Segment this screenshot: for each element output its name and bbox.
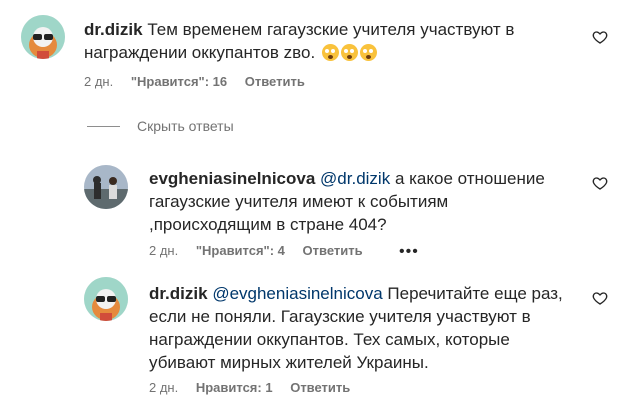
- astonished-face-icon: [321, 44, 339, 61]
- reply-button[interactable]: Ответить: [290, 380, 350, 395]
- reply-time[interactable]: 2 дн.: [149, 380, 178, 395]
- reply-username[interactable]: dr.dizik: [149, 284, 208, 303]
- reply-meta: 2 дн. Нравится: 1 Ответить: [149, 380, 364, 395]
- reply-text: dr.dizik @evgheniasinelnicova Перечитайт…: [149, 282, 579, 374]
- astonished-face-icon: [340, 44, 358, 61]
- reply-meta: 2 дн. "Нравится": 4 Ответить: [149, 243, 377, 258]
- avatar[interactable]: [84, 277, 128, 321]
- reply-likes[interactable]: Нравится: 1: [196, 380, 273, 395]
- reply-button[interactable]: Ответить: [245, 74, 305, 89]
- reply-likes[interactable]: "Нравится": 4: [196, 243, 285, 258]
- comment-likes[interactable]: "Нравится": 16: [131, 74, 227, 89]
- avatar[interactable]: [84, 165, 128, 209]
- mention-link[interactable]: @dr.dizik: [320, 169, 390, 188]
- reply-button[interactable]: Ответить: [303, 243, 363, 258]
- heart-icon[interactable]: [592, 29, 608, 45]
- comment-time[interactable]: 2 дн.: [84, 74, 113, 89]
- astonished-face-icon: [359, 44, 377, 61]
- more-options-icon[interactable]: •••: [399, 243, 419, 261]
- comment-username[interactable]: dr.dizik: [84, 20, 143, 39]
- comment-text: dr.dizik Тем временем гагаузские учителя…: [84, 18, 554, 64]
- divider-line: [87, 126, 120, 127]
- heart-icon[interactable]: [592, 290, 608, 306]
- hide-replies-button[interactable]: Скрыть ответы: [137, 118, 234, 134]
- comment-meta: 2 дн. "Нравится": 16 Ответить: [84, 74, 319, 89]
- heart-icon[interactable]: [592, 175, 608, 191]
- reply-username[interactable]: evgheniasinelnicova: [149, 169, 315, 188]
- comment-body: Тем временем гагаузские учителя участвую…: [84, 20, 515, 62]
- mention-link[interactable]: @evgheniasinelnicova: [212, 284, 382, 303]
- reply-text: evgheniasinelnicova @dr.dizik а какое от…: [149, 167, 574, 236]
- avatar[interactable]: [21, 15, 65, 59]
- reply-time[interactable]: 2 дн.: [149, 243, 178, 258]
